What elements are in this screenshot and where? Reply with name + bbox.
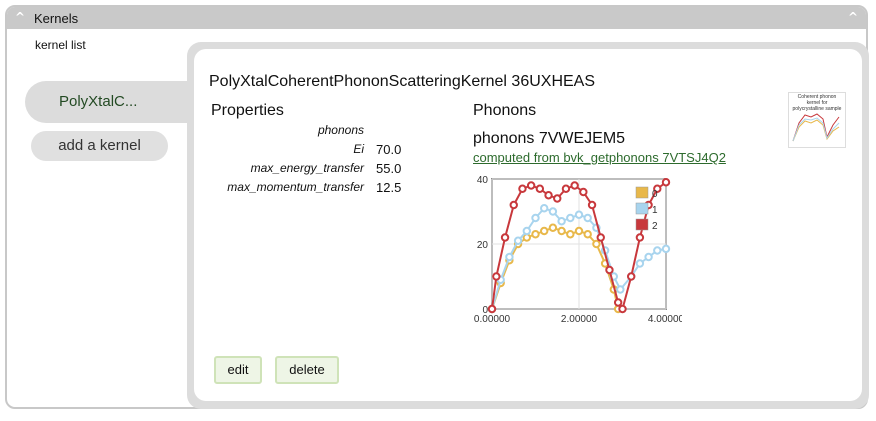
series-point-2 <box>500 233 510 242</box>
series-point-2 <box>561 184 571 193</box>
y-tick-label: 20 <box>477 240 489 251</box>
series-point-0 <box>540 226 549 236</box>
collapse-right-icon[interactable]: ^ <box>846 10 860 24</box>
series-point-0 <box>592 239 601 249</box>
series-point-0 <box>583 230 592 239</box>
legend-label-1: 1 <box>652 205 658 216</box>
series-point-2 <box>518 184 527 193</box>
x-tick-label: 4.00000 <box>648 314 682 325</box>
x-tick-label: 2.00000 <box>561 314 598 325</box>
series-point-2 <box>487 304 497 314</box>
series-point-2 <box>535 184 545 193</box>
series-point-1 <box>540 204 549 213</box>
panel-header: ^ Kernels ^ <box>7 7 866 29</box>
kernels-panel: ^ Kernels ^ kernel list PolyXtalC... add… <box>5 5 869 409</box>
series-point-2 <box>596 233 605 242</box>
series-point-1 <box>616 285 625 294</box>
kernel-detail-container: PolyXtalCoherentPhononScatteringKernel 3… <box>187 42 869 409</box>
series-point-2 <box>605 265 614 275</box>
series-point-1 <box>505 252 514 262</box>
series-point-1 <box>635 259 645 268</box>
series-point-1 <box>557 217 566 226</box>
series-point-0 <box>566 230 575 239</box>
series-point-0 <box>548 223 558 232</box>
series-point-1 <box>513 236 523 245</box>
series-point-2 <box>553 194 562 203</box>
legend-swatch-0 <box>635 186 649 199</box>
add-kernel-button[interactable]: add a kernel <box>31 131 168 161</box>
chart-svg: 020400.00000 2.00000 4.00000012 <box>474 175 685 325</box>
phonons-heading: Phonons <box>473 102 537 119</box>
series-point-2 <box>661 178 671 187</box>
prop-label-ei: Ei <box>353 142 364 156</box>
series-point-2 <box>635 233 645 242</box>
phonons-source-link[interactable]: computed from bvk_getphonons 7VTSJ4Q2 <box>473 150 726 165</box>
series-point-0 <box>522 233 532 242</box>
delete-button[interactable]: delete <box>275 356 339 384</box>
series-point-1 <box>644 252 653 262</box>
series-point-2 <box>613 298 623 307</box>
series-point-2 <box>509 200 518 210</box>
series-point-0 <box>557 226 566 236</box>
series-point-0 <box>574 226 584 236</box>
prop-label-max-momentum: max_momentum_transfer <box>227 180 364 194</box>
thumbnail-plot-icon <box>792 113 840 142</box>
series-point-2 <box>579 187 588 197</box>
series-point-2 <box>544 191 553 200</box>
series-point-2 <box>627 272 636 281</box>
series-point-1 <box>661 244 671 254</box>
kernel-tab-active[interactable]: PolyXtalC... <box>25 81 205 123</box>
properties-heading: Properties <box>211 102 284 119</box>
series-point-1 <box>531 213 540 223</box>
series-point-0 <box>531 230 540 239</box>
y-tick-label: 40 <box>477 175 489 186</box>
prop-label-max-energy: max_energy_transfer <box>250 161 364 175</box>
panel-title: Kernels <box>34 11 79 26</box>
collapse-icon[interactable]: ^ <box>13 10 27 24</box>
prop-label-phonons: phonons <box>317 123 364 137</box>
kernel-title: PolyXtalCoherentPhononScatteringKernel 3… <box>209 73 596 90</box>
kernel-list-label: kernel list <box>35 38 86 52</box>
kernel-tab-label: PolyXtalC... <box>59 93 138 110</box>
series-point-1 <box>653 246 662 255</box>
legend-swatch-2 <box>635 218 649 231</box>
legend-swatch-1 <box>635 202 649 215</box>
series-point-1 <box>574 210 584 219</box>
legend-label-0: 0 <box>652 189 658 200</box>
series-point-1 <box>583 213 592 223</box>
prop-value-max-energy: 55.0 <box>376 161 402 176</box>
prop-value-max-momentum: 12.5 <box>376 180 402 195</box>
phonon-dispersion-chart: 0 20 40 0.00000 2.00000 4.00000 0 1 2 <box>442 173 685 333</box>
legend-label-2: 2 <box>652 221 658 232</box>
series-point-2 <box>526 181 536 190</box>
series-point-2 <box>492 272 501 281</box>
series-point-1 <box>548 207 558 216</box>
kernel-detail: PolyXtalCoherentPhononScatteringKernel 3… <box>194 49 862 401</box>
edit-button[interactable]: edit <box>214 356 262 384</box>
series-point-2 <box>587 200 597 210</box>
series-point-2 <box>618 304 627 314</box>
series-point-2 <box>570 181 579 190</box>
series-point-1 <box>566 213 575 223</box>
phonons-name: phonons 7VWEJEM5 <box>473 130 626 147</box>
kernel-thumbnail[interactable]: Coherent phonon kernel for polycrystalli… <box>788 92 846 148</box>
prop-value-ei: 70.0 <box>376 142 402 157</box>
x-tick-label: 0.00000 <box>474 314 511 325</box>
series-point-1 <box>522 226 532 236</box>
